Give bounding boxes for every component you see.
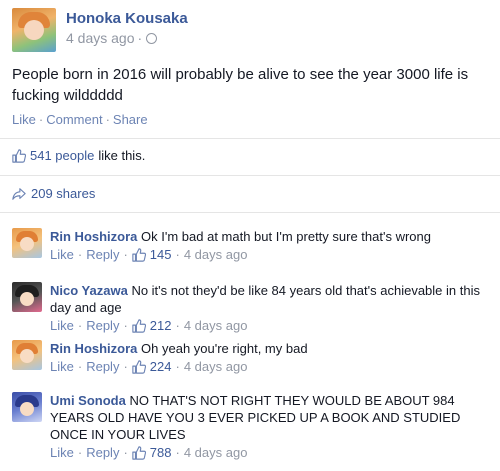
- commenter-avatar[interactable]: [12, 228, 42, 258]
- post-meta: 4 days ago ·: [66, 30, 188, 46]
- comment-body: Rin Hoshizora Ok I'm bad at math but I'm…: [50, 228, 490, 263]
- divider: [0, 212, 500, 213]
- comment-like-link[interactable]: Like: [50, 358, 74, 375]
- separator: ·: [38, 112, 44, 127]
- commenter-avatar[interactable]: [12, 392, 42, 422]
- separator: ·: [123, 359, 128, 374]
- separator: ·: [77, 247, 83, 262]
- thumbs-up-icon: [132, 247, 146, 262]
- divider: [0, 138, 500, 139]
- comment-like-count[interactable]: 145: [150, 246, 172, 263]
- comment-reply-link[interactable]: Reply: [86, 246, 119, 263]
- thumbs-up-icon: [12, 148, 27, 163]
- comment: Rin Hoshizora Ok I'm bad at math but I'm…: [12, 228, 490, 263]
- comment-like-link[interactable]: Like: [50, 317, 74, 334]
- post-text: People born in 2016 will probably be ali…: [12, 66, 469, 104]
- comment-timestamp[interactable]: 4 days ago: [184, 358, 248, 375]
- comment-like-link[interactable]: Like: [50, 246, 74, 263]
- author-avatar[interactable]: [12, 8, 56, 52]
- separator: ·: [175, 247, 180, 262]
- separator: ·: [77, 318, 83, 333]
- thumbs-up-icon: [132, 359, 146, 374]
- comment-actions: Like · Reply · 145 · 4 days ago: [50, 246, 490, 263]
- likes-summary: 541 people like this.: [12, 148, 145, 163]
- separator: ·: [175, 445, 180, 460]
- commenter-avatar[interactable]: [12, 340, 42, 370]
- comment-text: Ok I'm bad at math but I'm pretty sure t…: [141, 229, 431, 244]
- separator: ·: [175, 359, 180, 374]
- post-header: Honoka Kousaka 4 days ago ·: [12, 8, 188, 52]
- comment-like-count[interactable]: 212: [150, 317, 172, 334]
- share-link[interactable]: Share: [113, 112, 148, 127]
- comment-body: Umi Sonoda NO THAT'S NOT RIGHT THEY WOUL…: [50, 392, 490, 461]
- separator: ·: [77, 359, 83, 374]
- comment-timestamp[interactable]: 4 days ago: [184, 246, 248, 263]
- commenter-name[interactable]: Umi Sonoda: [50, 393, 126, 408]
- comment-actions: Like · Reply · 788 · 4 days ago: [50, 444, 490, 461]
- commenter-name[interactable]: Rin Hoshizora: [50, 341, 137, 356]
- comment-body: Rin Hoshizora Oh yeah you're right, my b…: [50, 340, 490, 375]
- post-author-name[interactable]: Honoka Kousaka: [66, 10, 188, 28]
- comment-reply-link[interactable]: Reply: [86, 358, 119, 375]
- thumbs-up-icon: [132, 318, 146, 333]
- comment-timestamp[interactable]: 4 days ago: [184, 317, 248, 334]
- globe-icon[interactable]: [146, 32, 158, 44]
- comment-actions: Like · Reply · 224 · 4 days ago: [50, 358, 490, 375]
- comment-actions: Like · Reply · 212 · 4 days ago: [50, 317, 490, 334]
- likes-count-link[interactable]: 541 people: [30, 148, 94, 163]
- comment-like-count[interactable]: 224: [150, 358, 172, 375]
- comment-like-count[interactable]: 788: [150, 444, 172, 461]
- separator: ·: [105, 112, 110, 127]
- thumbs-up-icon: [132, 445, 146, 460]
- share-arrow-icon: [12, 187, 26, 201]
- separator: ·: [175, 318, 180, 333]
- comment: Umi Sonoda NO THAT'S NOT RIGHT THEY WOUL…: [12, 392, 490, 461]
- separator: ·: [77, 445, 83, 460]
- meta-separator: ·: [137, 30, 143, 46]
- commenter-avatar[interactable]: [12, 282, 42, 312]
- comment-body: Nico Yazawa No it's not they'd be like 8…: [50, 282, 490, 334]
- separator: ·: [123, 247, 128, 262]
- shares-count[interactable]: 209 shares: [31, 186, 95, 201]
- comment-link[interactable]: Comment: [46, 112, 102, 127]
- comment-timestamp[interactable]: 4 days ago: [184, 444, 248, 461]
- comment-reply-link[interactable]: Reply: [86, 317, 119, 334]
- facebook-post: Honoka Kousaka 4 days ago · People born …: [0, 0, 500, 471]
- post-header-text: Honoka Kousaka 4 days ago ·: [66, 8, 188, 52]
- comment-like-link[interactable]: Like: [50, 444, 74, 461]
- comment: Nico Yazawa No it's not they'd be like 8…: [12, 282, 490, 334]
- commenter-name[interactable]: Nico Yazawa: [50, 283, 128, 298]
- separator: ·: [123, 318, 128, 333]
- shares-summary[interactable]: 209 shares: [12, 186, 95, 201]
- comment-reply-link[interactable]: Reply: [86, 444, 119, 461]
- like-link[interactable]: Like: [12, 112, 36, 127]
- divider: [0, 175, 500, 176]
- separator: ·: [123, 445, 128, 460]
- comment: Rin Hoshizora Oh yeah you're right, my b…: [12, 340, 490, 375]
- commenter-name[interactable]: Rin Hoshizora: [50, 229, 137, 244]
- post-actions: Like · Comment · Share: [12, 112, 148, 127]
- comment-text: Oh yeah you're right, my bad: [141, 341, 308, 356]
- post-timestamp[interactable]: 4 days ago: [66, 30, 135, 46]
- likes-suffix: like this.: [98, 148, 146, 163]
